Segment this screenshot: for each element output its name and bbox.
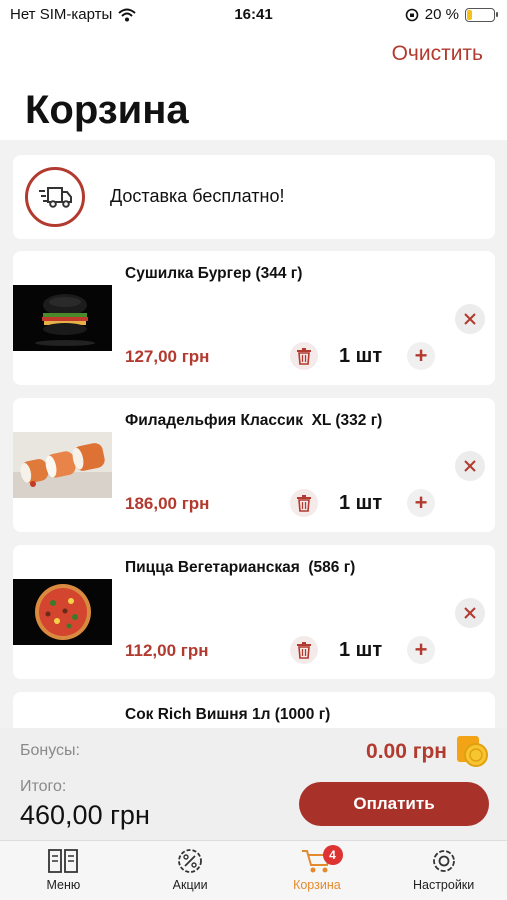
increase-button[interactable]: + bbox=[407, 636, 435, 664]
delivery-banner: Доставка бесплатно! bbox=[13, 155, 495, 239]
item-name: Сушилка Бургер (344 г) bbox=[125, 265, 303, 282]
settings-gear-icon bbox=[432, 850, 455, 872]
battery-percent: 20 % bbox=[424, 6, 459, 23]
tab-menu[interactable]: Меню bbox=[0, 841, 127, 900]
cart-content[interactable]: Доставка бесплатно! Сушилка Бургер (344 … bbox=[0, 140, 507, 728]
cart-item: Сушилка Бургер (344 г) 127,00 грн 1 шт + bbox=[13, 251, 495, 385]
item-price: 127,00 грн bbox=[125, 347, 210, 366]
status-right: 20 % bbox=[405, 6, 498, 23]
increase-button[interactable]: + bbox=[407, 489, 435, 517]
cart-item: Пицца Вегетарианская (586 г) 112,00 грн … bbox=[13, 545, 495, 679]
page-title: Корзина bbox=[25, 88, 189, 132]
item-price: 186,00 грн bbox=[125, 494, 210, 513]
rotation-lock-icon bbox=[405, 8, 419, 21]
order-summary: Бонусы: 0.00 грн Итого: 460,00 грн Оплат… bbox=[0, 728, 507, 840]
remove-item-button[interactable] bbox=[455, 598, 485, 628]
cart-item: Сок Rich Вишня 1л (1000 г) bbox=[13, 692, 495, 728]
plus-icon: + bbox=[414, 343, 428, 368]
item-quantity: 1 шт bbox=[339, 345, 383, 367]
close-icon bbox=[464, 460, 476, 472]
total-value: 460,00 грн bbox=[20, 800, 150, 830]
remove-item-button[interactable] bbox=[455, 304, 485, 334]
sushi-rolls-image bbox=[13, 432, 112, 498]
trash-icon bbox=[297, 495, 311, 512]
item-quantity: 1 шт bbox=[339, 639, 383, 661]
total-label: Итого: bbox=[20, 778, 67, 795]
clear-button[interactable]: Очистить bbox=[392, 42, 483, 66]
item-name: Пицца Вегетарианская (586 г) bbox=[125, 559, 356, 576]
tab-label: Акции bbox=[172, 878, 208, 892]
cart-item: Филадельфия Классик XL (332 г) 186,00 гр… bbox=[13, 398, 495, 532]
tab-label: Корзина bbox=[293, 878, 341, 892]
decrease-button[interactable] bbox=[290, 636, 318, 664]
decrease-button[interactable] bbox=[290, 342, 318, 370]
trash-icon bbox=[297, 348, 311, 365]
delivery-text: Доставка бесплатно! bbox=[110, 186, 285, 206]
decrease-button[interactable] bbox=[290, 489, 318, 517]
item-quantity: 1 шт bbox=[339, 492, 383, 514]
menu-book-icon bbox=[48, 849, 79, 873]
tab-settings[interactable]: Настройки bbox=[380, 841, 507, 900]
pizza-image bbox=[13, 579, 112, 645]
increase-button[interactable]: + bbox=[407, 342, 435, 370]
battery-icon bbox=[465, 7, 498, 22]
tab-promotions[interactable]: Акции bbox=[127, 841, 254, 900]
coins-icon bbox=[457, 736, 488, 767]
tab-label: Настройки bbox=[412, 878, 475, 892]
item-price: 112,00 грн bbox=[125, 641, 209, 660]
tab-bar: Меню Акции 4 Корзина Настройки bbox=[0, 840, 507, 900]
close-icon bbox=[464, 313, 476, 325]
item-name: Сок Rich Вишня 1л (1000 г) bbox=[125, 706, 331, 723]
battery-fill bbox=[467, 9, 473, 20]
plus-icon: + bbox=[414, 637, 428, 662]
item-name: Филадельфия Классик XL (332 г) bbox=[125, 412, 383, 429]
remove-item-button[interactable] bbox=[455, 451, 485, 481]
tab-label: Меню bbox=[46, 878, 81, 892]
header: Очистить Корзина bbox=[0, 30, 507, 140]
status-bar: Нет SIM-карты 16:41 20 % bbox=[0, 0, 507, 30]
black-burger-image bbox=[13, 285, 112, 351]
pay-button[interactable]: Оплатить bbox=[299, 782, 489, 826]
percent-gear-icon bbox=[178, 849, 203, 873]
close-icon bbox=[464, 607, 476, 619]
plus-icon: + bbox=[414, 490, 428, 515]
trash-icon bbox=[297, 642, 311, 659]
cart-badge: 4 bbox=[322, 845, 343, 865]
bonus-label: Бонусы: bbox=[20, 742, 80, 759]
delivery-truck-icon bbox=[25, 167, 85, 227]
tab-cart[interactable]: 4 Корзина bbox=[254, 841, 381, 900]
bonus-value: 0.00 грн bbox=[366, 740, 447, 763]
